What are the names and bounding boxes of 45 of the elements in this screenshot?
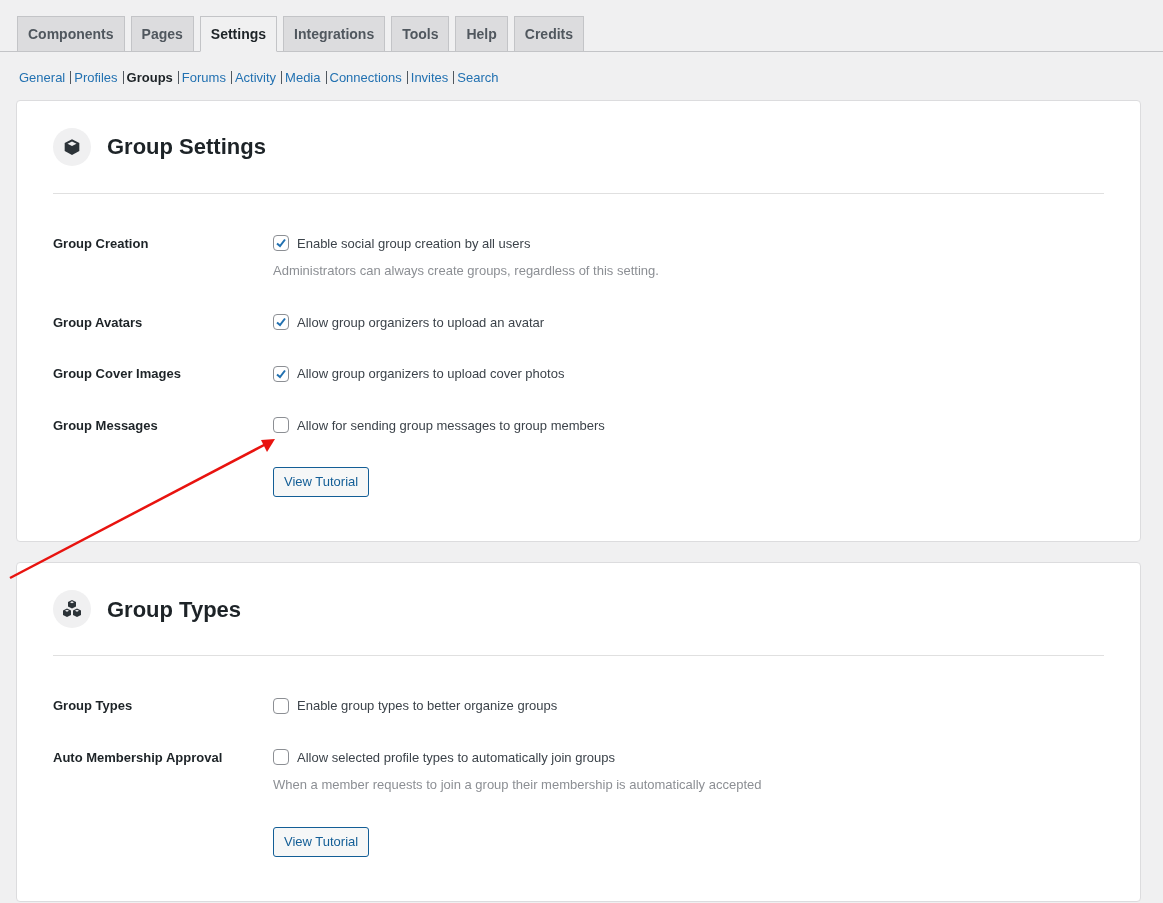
setting-label: Group Types xyxy=(53,697,134,715)
tab[interactable]: Settings xyxy=(199,16,278,52)
checkbox[interactable] xyxy=(273,749,289,766)
cube-icon xyxy=(63,137,81,156)
tab[interactable]: Pages xyxy=(130,16,194,52)
section-title: Group Types xyxy=(107,595,242,624)
subnav-link[interactable]: General xyxy=(19,68,66,88)
setting-label: Group Creation xyxy=(53,234,150,253)
checkbox-label: Allow group organizers to upload an avatar xyxy=(297,313,545,332)
subnav-link[interactable]: Profiles xyxy=(74,68,118,88)
subnav-link[interactable]: Groups xyxy=(126,68,173,88)
setting-label: Group Avatars xyxy=(53,313,144,332)
checkbox-label: Enable group types to better organize groups xyxy=(297,697,558,715)
tab[interactable]: Credits xyxy=(513,16,585,52)
section-title: Group Settings xyxy=(107,133,266,161)
checkbox[interactable] xyxy=(273,697,289,714)
checkbox-label: Allow for sending group messages to group members xyxy=(297,416,605,435)
subnav-link[interactable]: Media xyxy=(285,68,321,88)
setting-label: Auto Membership Approval xyxy=(53,748,224,767)
setting-description: When a member requests to join a group their membership is automatically accepted xyxy=(273,776,762,794)
subnav-link[interactable]: Activity xyxy=(234,68,277,88)
cubes-icon xyxy=(61,599,83,619)
checkbox-label: Allow group organizers to upload cover photos xyxy=(297,365,565,383)
checkmark-icon xyxy=(275,316,287,329)
subnav-link[interactable]: Search xyxy=(457,68,499,88)
setting-label: Group Messages xyxy=(53,416,159,435)
checkbox-label: Allow selected profile types to automatically join groups xyxy=(297,748,615,767)
tab[interactable]: Integrations xyxy=(283,16,386,52)
checkmark-icon xyxy=(275,367,287,380)
subnav-link[interactable]: Forums xyxy=(181,68,226,88)
tab[interactable]: Help xyxy=(455,16,508,52)
setting-label: Group Cover Images xyxy=(53,365,182,383)
setting-description: Administrators can always create groups, regardless of this setting. xyxy=(273,262,659,280)
tab[interactable]: Tools xyxy=(391,16,450,52)
subnav-link[interactable]: Connections xyxy=(329,68,402,88)
subnav-link[interactable]: Invites xyxy=(410,68,449,88)
checkbox[interactable] xyxy=(273,417,289,434)
checkmark-icon xyxy=(275,237,287,250)
tab[interactable]: Components xyxy=(17,16,125,52)
view-tutorial-button[interactable]: View Tutorial xyxy=(273,826,370,857)
checkbox[interactable] xyxy=(273,235,289,252)
checkbox[interactable] xyxy=(273,314,289,331)
checkbox[interactable] xyxy=(273,365,289,382)
checkbox-label: Enable social group creation by all users xyxy=(297,234,531,253)
view-tutorial-button[interactable]: View Tutorial xyxy=(273,467,370,497)
